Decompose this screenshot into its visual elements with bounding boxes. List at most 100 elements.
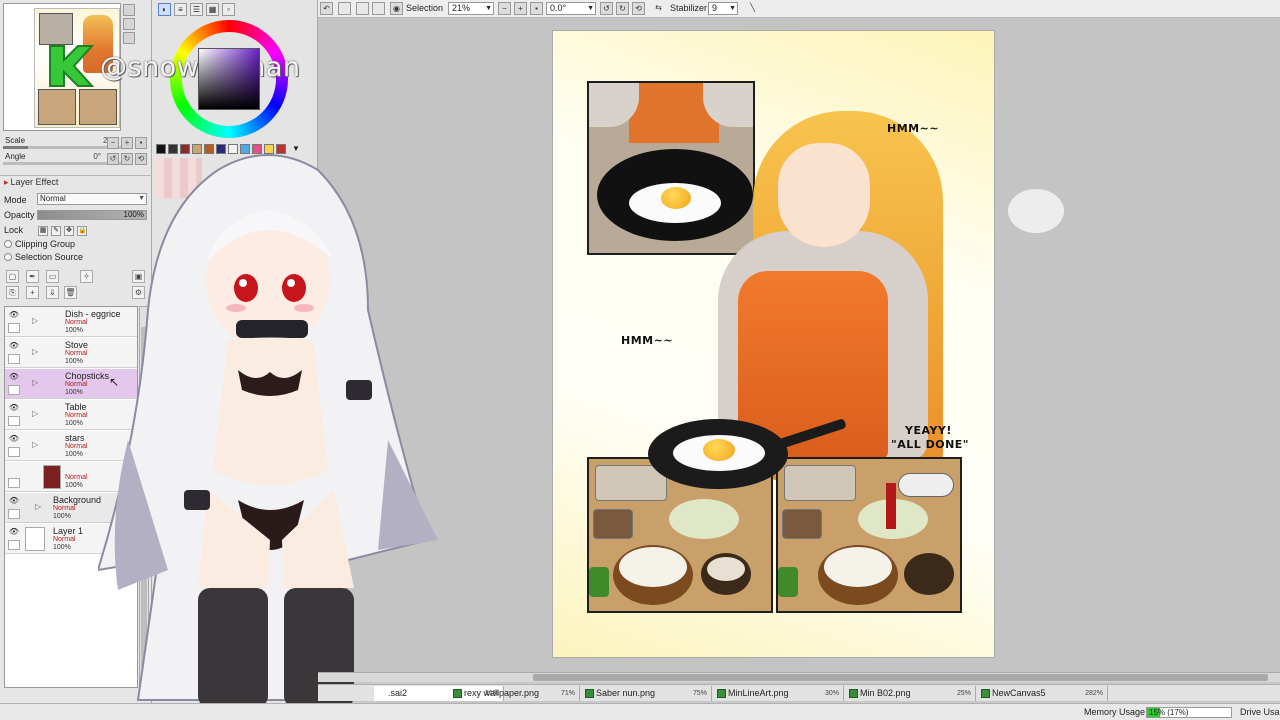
rotate-left-button[interactable]: ↺: [107, 153, 119, 165]
folder-expand-icon[interactable]: ▷: [35, 502, 41, 511]
folder-expand-icon[interactable]: ▷: [32, 316, 38, 325]
document-tab[interactable]: MinLineArt.png 30%: [714, 686, 844, 701]
color-options-icon[interactable]: ▫: [222, 3, 235, 16]
lock-all-icon[interactable]: 🔒: [77, 226, 87, 236]
zoom-in-icon[interactable]: +: [514, 2, 527, 15]
swatches-tab-icon[interactable]: ▦: [206, 3, 219, 16]
new-folder-icon[interactable]: ▭: [46, 270, 59, 283]
swatch[interactable]: [204, 144, 214, 154]
layer-row[interactable]: 👁 Layer 1 Normal 100%: [5, 524, 137, 554]
folder-expand-icon[interactable]: ▷: [32, 440, 38, 449]
add-layer-icon[interactable]: +: [26, 286, 39, 299]
document-tab[interactable]: Saber nun.png 75%: [582, 686, 712, 701]
selection-source-checkbox[interactable]: Selection Source: [4, 252, 83, 262]
layer-effect-icon[interactable]: ✧: [80, 270, 93, 283]
lock-move-icon[interactable]: ✥: [64, 226, 74, 236]
rotate-right-button[interactable]: ↻: [121, 153, 133, 165]
swatch[interactable]: [264, 144, 274, 154]
eye-icon[interactable]: 👁: [8, 341, 20, 351]
delete-layer-icon[interactable]: 🗑: [64, 286, 77, 299]
eye-icon[interactable]: 👁: [8, 310, 20, 320]
layer-lock-box[interactable]: [8, 447, 20, 457]
comic-page[interactable]: HMM~~ HMM~~ YEAYY! "ALL DONE": [553, 31, 994, 657]
brush-size-dot[interactable]: [269, 611, 281, 623]
layer-row-selected[interactable]: 👁 ▷ Chopsticks Normal 100% ↖: [5, 369, 137, 399]
eye-icon[interactable]: 👁: [8, 403, 20, 413]
canvas-area[interactable]: HMM~~ HMM~~ YEAYY! "ALL DONE": [318, 19, 1280, 672]
scale-minus-button[interactable]: −: [107, 137, 119, 149]
color-saturation-square[interactable]: [198, 48, 260, 110]
layer-lock-box[interactable]: [8, 416, 20, 426]
rotate-left-icon[interactable]: ↺: [600, 2, 613, 15]
zoom-reset-icon[interactable]: ▪: [530, 2, 543, 15]
layer-lock-box[interactable]: [8, 509, 20, 519]
angle-slider[interactable]: Angle 0°: [3, 151, 121, 165]
layer-scroll-thumb[interactable]: [141, 327, 147, 667]
layer-row[interactable]: 👁 ▷ Stove Normal 100%: [5, 338, 137, 368]
layer-row[interactable]: 👁 ▷ stars Normal 100%: [5, 431, 137, 461]
layer-lock-box[interactable]: [8, 385, 20, 395]
navigator-zoom-out-button[interactable]: [123, 18, 135, 30]
color-wheel-tab-icon[interactable]: ◐: [158, 3, 171, 16]
swatch[interactable]: [216, 144, 226, 154]
eye-icon[interactable]: 👁: [8, 527, 20, 537]
redo-icon[interactable]: [338, 2, 351, 15]
swatch[interactable]: [168, 144, 178, 154]
blend-mode-dropdown[interactable]: Normal ▼: [37, 193, 147, 205]
swatch[interactable]: [240, 144, 250, 154]
swatch[interactable]: [252, 144, 262, 154]
new-linework-layer-icon[interactable]: ✒: [26, 270, 39, 283]
rotate-right-icon[interactable]: ↻: [616, 2, 629, 15]
brush-size-dot[interactable]: [167, 611, 179, 623]
merge-down-icon[interactable]: ⇓: [46, 286, 59, 299]
rotate-reset-button[interactable]: ⟲: [135, 153, 147, 165]
brush-size-dot[interactable]: [269, 661, 283, 675]
folder-expand-icon[interactable]: ▷: [32, 378, 38, 387]
document-tab[interactable]: NewCanvas5 282%: [978, 686, 1108, 701]
canvas-horizontal-scrollbar[interactable]: [318, 672, 1280, 682]
brush-size-dot[interactable]: [167, 661, 181, 675]
rotate-reset-icon[interactable]: ⟲: [632, 2, 645, 15]
swatch[interactable]: [180, 144, 190, 154]
scale-reset-button[interactable]: ▪: [135, 137, 147, 149]
swatch[interactable]: [192, 144, 202, 154]
eye-icon[interactable]: 👁: [8, 372, 20, 382]
new-layer-icon[interactable]: ▢: [6, 270, 19, 283]
selection-label[interactable]: Selection: [406, 2, 443, 15]
layer-row[interactable]: 👁 ▷ Background Normal 100%: [5, 493, 137, 523]
view-selection-icon[interactable]: ◉: [390, 2, 403, 15]
swatch[interactable]: [276, 144, 286, 154]
folder-expand-icon[interactable]: ▷: [32, 347, 38, 356]
invert-selection-icon[interactable]: [372, 2, 385, 15]
canvas-scroll-thumb[interactable]: [533, 674, 1268, 681]
swatch[interactable]: [156, 144, 166, 154]
flip-horizontal-icon[interactable]: ⇆: [652, 2, 665, 15]
document-tab[interactable]: Min B02.png 25%: [846, 686, 976, 701]
navigator-fit-button[interactable]: [123, 32, 135, 44]
rotation-dropdown[interactable]: 0.0° ▼: [546, 2, 596, 15]
color-history[interactable]: [156, 158, 202, 198]
brush-size-dot[interactable]: [167, 635, 181, 649]
swatch[interactable]: [228, 144, 238, 154]
undo-icon[interactable]: ↶: [320, 2, 333, 15]
eye-icon[interactable]: 👁: [8, 496, 20, 506]
layer-settings-icon[interactable]: ⚙: [132, 286, 145, 299]
layer-lock-box[interactable]: [8, 478, 20, 488]
hsv-slider-tab-icon[interactable]: ☰: [190, 3, 203, 16]
lock-paint-icon[interactable]: ✎: [51, 226, 61, 236]
layer-lock-box[interactable]: [8, 323, 20, 333]
layer-list-scrollbar[interactable]: [139, 306, 149, 688]
layer-row[interactable]: 👁 ▷ Table Normal 100%: [5, 400, 137, 430]
layer-row[interactable]: Normal 100%: [5, 462, 137, 492]
zoom-out-icon[interactable]: −: [498, 2, 511, 15]
layer-options-icon[interactable]: ▣: [132, 270, 145, 283]
clipping-group-checkbox[interactable]: Clipping Group: [4, 239, 75, 249]
stabilizer-dropdown[interactable]: 9 ▼: [708, 2, 738, 15]
scale-slider[interactable]: Scale 21%: [3, 135, 121, 149]
eye-icon[interactable]: 👁: [8, 434, 20, 444]
navigator-zoom-in-button[interactable]: [123, 4, 135, 16]
copy-layer-icon[interactable]: ⎘: [6, 286, 19, 299]
eye-icon[interactable]: [8, 465, 20, 475]
document-tab[interactable]: rexy wallpaper.png 71%: [450, 686, 580, 701]
rgb-slider-tab-icon[interactable]: ≡: [174, 3, 187, 16]
